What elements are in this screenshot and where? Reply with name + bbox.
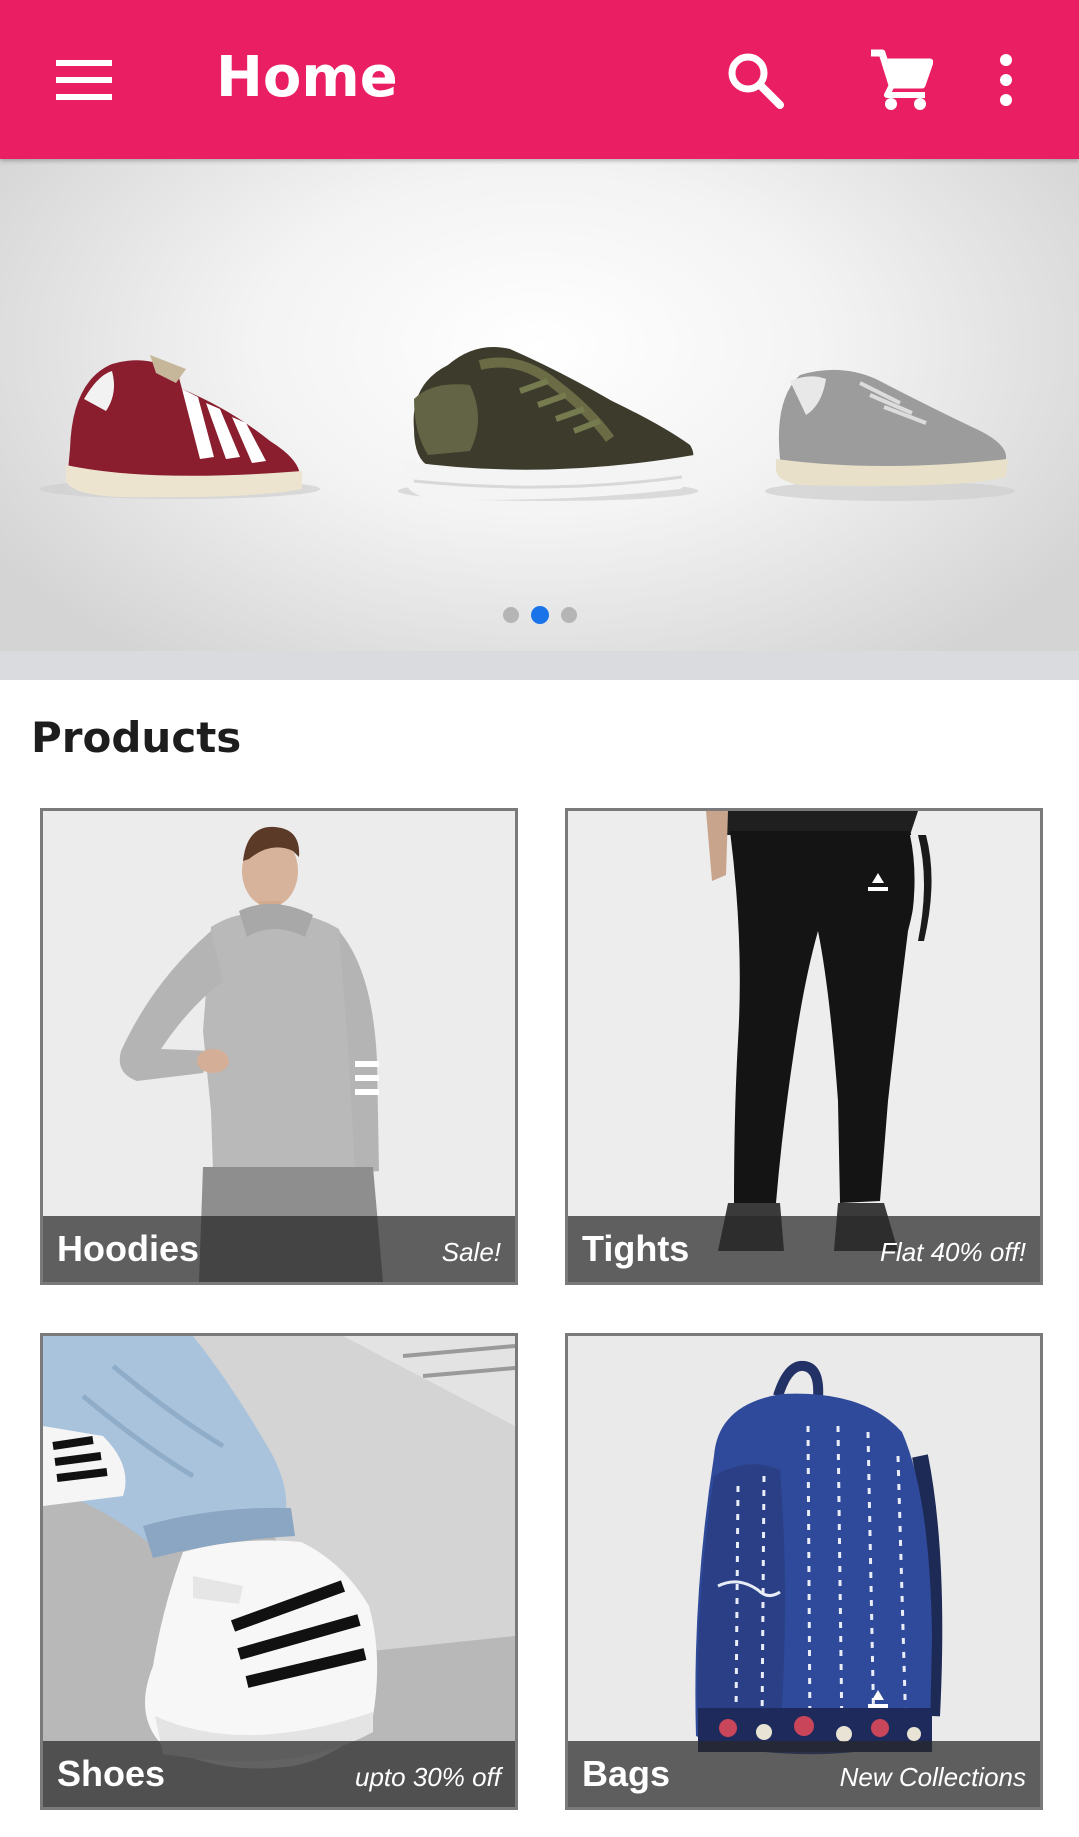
product-card-hoodies[interactable]: Hoodies Sale! — [40, 808, 518, 1285]
cart-button[interactable] — [853, 36, 949, 124]
carousel-indicators — [0, 606, 1079, 627]
app-bar: Home — [0, 0, 1079, 159]
carousel-dot-2[interactable] — [530, 606, 549, 624]
product-name: Bags — [582, 1753, 671, 1794]
product-caption: Tights Flat 40% off! — [568, 1216, 1040, 1282]
more-options-button[interactable] — [958, 36, 1054, 124]
product-promo: upto 30% off — [355, 1762, 501, 1792]
product-caption: Shoes upto 30% off — [43, 1741, 515, 1807]
menu-icon — [56, 60, 112, 100]
product-promo: Sale! — [441, 1237, 501, 1267]
search-icon — [728, 53, 784, 109]
product-name: Shoes — [57, 1753, 166, 1794]
more-vert-icon — [1000, 54, 1012, 106]
carousel-dot-1[interactable] — [502, 607, 519, 623]
hoodie-model-image — [43, 811, 515, 1282]
burgundy-sneaker — [66, 355, 302, 498]
product-card-bags[interactable]: Bags New Collections — [565, 1333, 1043, 1810]
product-name: Hoodies — [57, 1228, 200, 1269]
product-promo: Flat 40% off! — [880, 1237, 1026, 1267]
tights-model-image — [568, 811, 1040, 1282]
shoes-model-image — [43, 1336, 515, 1807]
product-caption: Hoodies Sale! — [43, 1216, 515, 1282]
product-caption: Bags New Collections — [568, 1741, 1040, 1807]
product-card-tights[interactable]: Tights Flat 40% off! — [565, 808, 1043, 1285]
banner-carousel[interactable] — [0, 159, 1079, 651]
grey-knit-sneaker — [776, 369, 1008, 486]
banner-sneakers-image — [40, 347, 1015, 501]
product-card-shoes[interactable]: Shoes upto 30% off — [40, 1333, 518, 1810]
backpack-image — [568, 1336, 1040, 1807]
product-name: Tights — [582, 1228, 690, 1269]
carousel-dot-3[interactable] — [560, 607, 577, 623]
cart-icon — [871, 49, 933, 110]
products-heading: Products — [31, 713, 242, 762]
search-button[interactable] — [707, 36, 803, 124]
product-promo: New Collections — [839, 1762, 1026, 1792]
page-title: Home — [216, 45, 398, 110]
section-divider — [0, 651, 1079, 680]
olive-knit-sneaker — [404, 347, 696, 500]
menu-button[interactable] — [36, 36, 132, 124]
